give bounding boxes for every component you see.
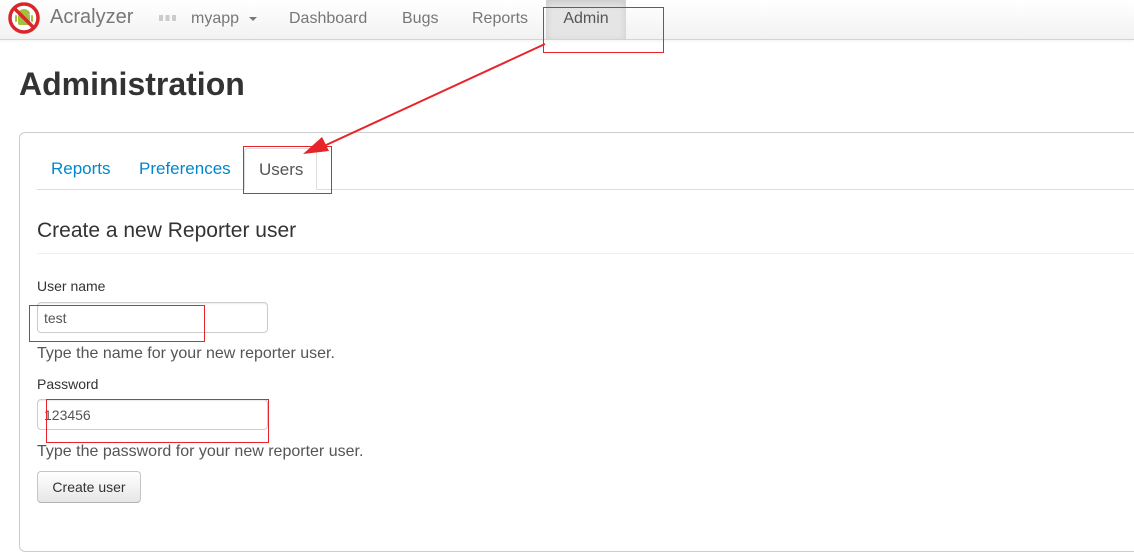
form-title: Create a new Reporter user	[37, 219, 297, 242]
tab-reports[interactable]: Reports	[37, 148, 125, 190]
app-switcher[interactable]: myapp	[191, 10, 239, 28]
password-label: Password	[37, 376, 99, 392]
password-input[interactable]	[37, 399, 268, 430]
tab-users[interactable]: Users	[244, 148, 317, 190]
nav-reports[interactable]: Reports	[472, 0, 528, 39]
nav-admin[interactable]: Admin	[546, 0, 626, 39]
nav-bugs[interactable]: Bugs	[402, 0, 438, 39]
password-help: Type the password for your new reporter …	[37, 443, 364, 460]
create-user-button[interactable]: Create user	[37, 471, 141, 503]
form-title-divider	[37, 253, 1134, 254]
username-help: Type the name for your new reporter user…	[37, 345, 335, 362]
username-input[interactable]	[37, 302, 268, 333]
caret-down-icon[interactable]	[249, 17, 257, 21]
page-title: Administration	[19, 66, 245, 102]
top-navbar: Acralyzer myapp Dashboard Bugs Reports A…	[0, 0, 1134, 40]
tab-preferences[interactable]: Preferences	[125, 148, 245, 190]
brand-name[interactable]: Acralyzer	[50, 6, 133, 29]
app-switcher-icon[interactable]	[159, 15, 176, 21]
username-label: User name	[37, 278, 106, 294]
nav-dashboard[interactable]: Dashboard	[289, 0, 367, 39]
no-android-icon[interactable]	[8, 2, 40, 34]
admin-panel	[19, 132, 1134, 552]
